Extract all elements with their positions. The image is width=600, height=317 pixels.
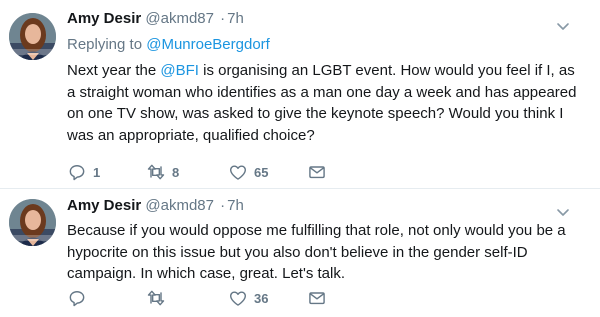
timestamp[interactable]: 7h (227, 10, 244, 27)
separator-dot: · (220, 197, 226, 214)
bfi-mention-link[interactable]: @BFI (160, 62, 199, 79)
tweet[interactable]: Amy Desir @akmd87 · 7h Because if you wou… (0, 189, 600, 317)
avatar-photo (9, 199, 56, 246)
tweet-actions: 36 (67, 287, 367, 309)
tweet-menu-button[interactable] (556, 205, 570, 219)
chevron-down-icon (557, 209, 569, 216)
retweet-icon (147, 290, 165, 306)
avatar[interactable] (9, 199, 56, 246)
tweet-text: Next year the @BFI is organising an LGBT… (67, 60, 587, 146)
like-button[interactable]: 36 (228, 287, 268, 309)
like-icon (230, 291, 246, 306)
tweet-actions: 1 8 65 (67, 161, 367, 183)
like-count: 36 (254, 290, 269, 306)
like-button[interactable]: 65 (228, 161, 268, 183)
direct-message-icon (309, 292, 325, 305)
retweet-button[interactable]: 8 (146, 161, 179, 183)
tweet-text-part: Next year the (67, 62, 157, 79)
retweet-button[interactable] (146, 287, 172, 309)
author-name[interactable]: Amy Desir (67, 10, 141, 27)
replying-to-label: Replying to (67, 36, 143, 53)
separator-dot: · (220, 10, 226, 27)
direct-message-icon (309, 166, 325, 179)
author-handle[interactable]: @akmd87 (145, 10, 214, 27)
tweet-menu-button[interactable] (556, 19, 570, 33)
direct-message-button[interactable] (307, 161, 327, 183)
reply-button[interactable] (67, 287, 93, 309)
replying-to: Replying to @MunroeBergdorf (67, 36, 270, 53)
chevron-down-icon (557, 23, 569, 30)
reply-icon (69, 291, 85, 307)
reply-button[interactable]: 1 (67, 161, 100, 183)
tweet[interactable]: Amy Desir @akmd87 · 7h Replying to @Munro… (0, 0, 600, 189)
reply-count: 1 (93, 164, 101, 180)
like-count: 65 (254, 164, 269, 180)
author-handle[interactable]: @akmd87 (145, 197, 214, 214)
reply-to-mention-link[interactable]: @MunroeBergdorf (146, 36, 270, 53)
timestamp[interactable]: 7h (227, 197, 244, 214)
tweet-text: Because if you would oppose me fulfillin… (67, 222, 566, 282)
retweet-icon (147, 164, 165, 180)
tweet-header: Amy Desir @akmd87 · 7h (67, 197, 244, 214)
like-icon (230, 165, 246, 180)
reply-icon (69, 165, 85, 181)
tweet-header: Amy Desir @akmd87 · 7h (67, 10, 244, 27)
author-name[interactable]: Amy Desir (67, 197, 141, 214)
retweet-count: 8 (172, 164, 180, 180)
direct-message-button[interactable] (307, 287, 327, 309)
avatar[interactable] (9, 13, 56, 60)
avatar-photo (9, 13, 56, 60)
